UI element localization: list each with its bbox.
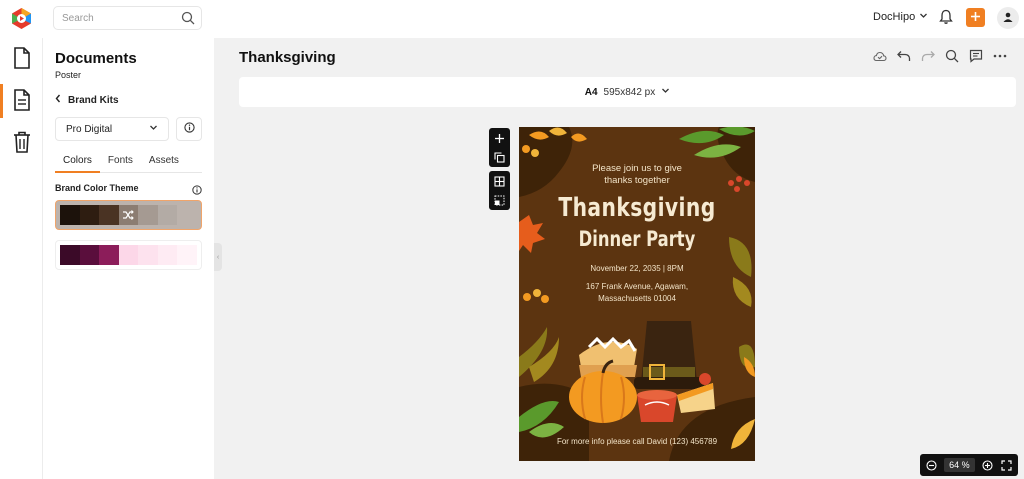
create-button[interactable] — [966, 8, 985, 27]
grid-icon[interactable] — [493, 174, 507, 188]
brand-kit-selected: Pro Digital — [66, 123, 113, 135]
search-input[interactable] — [62, 12, 172, 24]
account-name: DocHipo — [873, 11, 916, 23]
poster-subheading[interactable]: Dinner Party — [545, 227, 729, 251]
resize-page-icon[interactable] — [493, 193, 507, 207]
chevron-left-icon — [55, 94, 61, 106]
more-options-icon[interactable] — [992, 48, 1008, 64]
poster-date[interactable]: November 22, 2035 | 8PM — [519, 264, 755, 273]
poster-invitation-line-1: Please join us to give — [592, 163, 682, 174]
add-page-icon[interactable] — [493, 131, 507, 145]
chevron-down-icon — [661, 86, 670, 98]
shuffle-icon[interactable] — [122, 209, 134, 224]
poster-invitation-line-2: thanks together — [604, 175, 670, 186]
comment-icon[interactable] — [968, 48, 984, 64]
zoom-level[interactable]: 64 % — [944, 458, 975, 472]
trash-icon — [13, 131, 31, 156]
search-icon[interactable] — [944, 48, 960, 64]
rail-item-documents[interactable] — [0, 42, 43, 76]
poster-footer[interactable]: For more info please call David (123) 45… — [519, 437, 755, 446]
color-swatch[interactable] — [157, 245, 178, 265]
document-icon — [13, 46, 31, 72]
tab-fonts[interactable]: Fonts — [100, 152, 141, 173]
search-box[interactable] — [53, 6, 202, 30]
panel-subtitle: Poster — [55, 70, 82, 80]
color-palette-1[interactable] — [55, 200, 202, 230]
page-tools-group-1 — [489, 128, 510, 167]
back-label: Brand Kits — [68, 94, 119, 106]
search-icon[interactable] — [181, 11, 195, 28]
duplicate-page-icon[interactable] — [493, 150, 507, 164]
rail-item-trash[interactable] — [0, 126, 43, 160]
poster-heading[interactable]: Thanksgiving — [545, 193, 729, 223]
back-to-brand-kits[interactable]: Brand Kits — [55, 94, 119, 106]
brand-kit-info-button[interactable] — [176, 117, 202, 141]
tab-assets[interactable]: Assets — [141, 152, 187, 173]
page-tools-group-2 — [489, 171, 510, 210]
fullscreen-icon[interactable] — [1001, 459, 1013, 471]
color-swatch[interactable] — [99, 245, 119, 265]
chevron-down-icon — [919, 11, 928, 23]
zoom-in-icon[interactable] — [982, 459, 994, 471]
account-menu[interactable]: DocHipo — [873, 11, 928, 23]
color-swatch[interactable] — [177, 205, 198, 225]
page-size-value: 595x842 px — [603, 86, 656, 98]
logo-icon[interactable] — [10, 7, 33, 30]
template-document-icon — [13, 88, 31, 114]
poster-invitation-text[interactable]: Please join us to give thanks together — [519, 163, 755, 187]
top-bar: DocHipo — [0, 0, 1024, 38]
bell-icon[interactable] — [939, 9, 953, 28]
page-tools — [489, 128, 510, 214]
color-swatch[interactable] — [79, 245, 100, 265]
icon-rail — [0, 38, 43, 479]
user-profile-button[interactable] — [997, 7, 1019, 29]
page-size-name: A4 — [584, 86, 598, 98]
redo-icon[interactable] — [920, 48, 936, 64]
zoom-control: 64 % — [920, 454, 1018, 476]
undo-icon[interactable] — [896, 48, 912, 64]
color-swatch[interactable] — [177, 245, 198, 265]
color-swatch[interactable] — [79, 205, 100, 225]
brand-kit-select[interactable]: Pro Digital — [55, 117, 169, 141]
color-swatch[interactable] — [60, 205, 80, 225]
user-icon — [1002, 11, 1014, 26]
color-swatch[interactable] — [60, 245, 80, 265]
brand-color-theme-title: Brand Color Theme — [55, 183, 139, 193]
info-icon[interactable] — [192, 184, 202, 198]
document-title[interactable]: Thanksgiving — [239, 49, 336, 66]
poster-address-line-1: 167 Frank Avenue, Agawam, — [585, 282, 689, 291]
color-swatch[interactable] — [138, 245, 158, 265]
rail-item-templates[interactable] — [0, 84, 43, 118]
poster-address[interactable]: 167 Frank Avenue, Agawam, Massachusetts … — [519, 281, 755, 305]
tab-colors[interactable]: Colors — [55, 152, 100, 173]
zoom-out-icon[interactable] — [925, 459, 937, 471]
info-icon — [183, 122, 195, 136]
chevron-down-icon — [149, 123, 158, 135]
editor-toolbar — [872, 48, 1008, 64]
color-swatch[interactable] — [99, 205, 119, 225]
color-palette-2[interactable] — [55, 240, 202, 270]
panel-title: Documents — [55, 50, 137, 67]
page-size-selector[interactable]: A4 595x842 px — [239, 77, 1016, 107]
cloud-save-icon[interactable] — [872, 48, 888, 64]
color-swatch[interactable] — [157, 205, 178, 225]
brand-kit-tabs: Colors Fonts Assets — [55, 152, 202, 173]
brand-kit-panel: Documents Poster Brand Kits Pro Digital … — [43, 38, 214, 479]
color-swatch[interactable] — [118, 245, 139, 265]
poster-address-line-2: Massachusetts 01004 — [598, 294, 676, 303]
poster-canvas[interactable]: Please join us to give thanks together T… — [519, 127, 755, 461]
plus-icon — [970, 11, 981, 25]
collapse-panel-handle[interactable]: ‹ — [214, 243, 222, 271]
color-swatch[interactable] — [138, 205, 158, 225]
